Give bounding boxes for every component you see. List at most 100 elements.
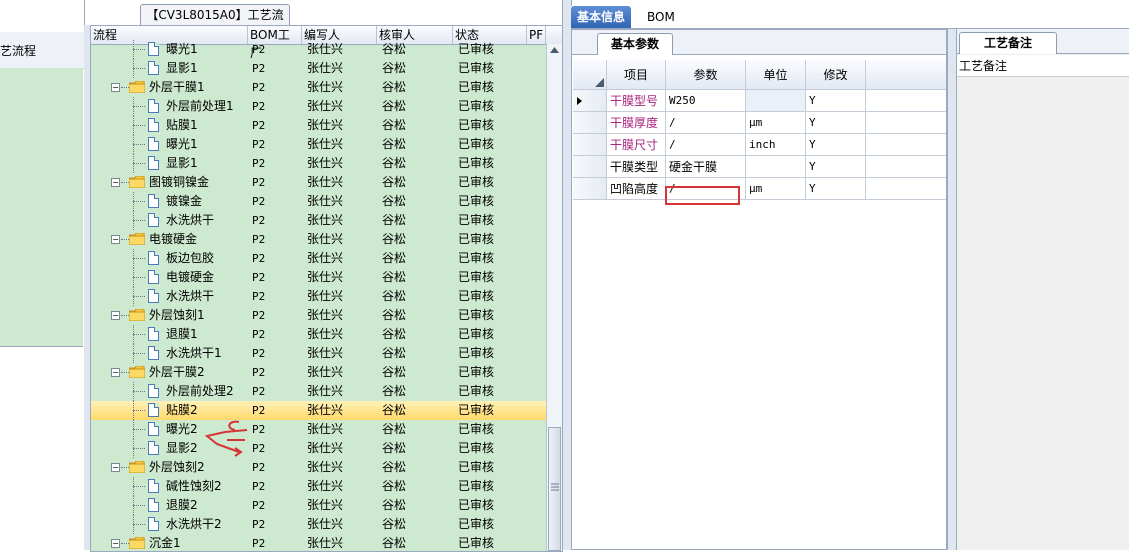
param-unit-cell[interactable]: μm: [746, 112, 806, 134]
remarks-tab-strip: 工艺备注: [957, 29, 1129, 54]
row-selector[interactable]: [573, 156, 607, 178]
collapse-toggle-icon[interactable]: −: [111, 83, 120, 92]
left-pane-list: [0, 68, 83, 347]
tree-step-row[interactable]: 显影2 P2 张仕兴 谷松 已审核: [91, 439, 546, 458]
param-modify-cell[interactable]: Y: [806, 178, 866, 200]
tree-step-row[interactable]: 退膜1 P2 张仕兴 谷松 已审核: [91, 325, 546, 344]
param-modify-cell[interactable]: Y: [806, 134, 866, 156]
scrollbar-thumb[interactable]: [548, 427, 561, 551]
param-modify-cell[interactable]: Y: [806, 90, 866, 112]
tree-group-row[interactable]: − 电镀硬金 P2 张仕兴 谷松 已审核: [91, 230, 546, 249]
tree-group-row[interactable]: − 外层蚀刻1 P2 张仕兴 谷松 已审核: [91, 306, 546, 325]
collapse-toggle-icon[interactable]: −: [111, 368, 120, 377]
param-item-cell[interactable]: 干膜厚度: [607, 112, 666, 134]
tree-line: [133, 68, 145, 69]
tree-group-row[interactable]: − 图镀铜镍金 P2 张仕兴 谷松 已审核: [91, 173, 546, 192]
tree-step-row[interactable]: 水洗烘干 P2 张仕兴 谷松 已审核: [91, 211, 546, 230]
tree-step-row[interactable]: 贴膜1 P2 张仕兴 谷松 已审核: [91, 116, 546, 135]
tree-step-row[interactable]: 外层前处理1 P2 张仕兴 谷松 已审核: [91, 97, 546, 116]
param-modify-cell[interactable]: Y: [806, 156, 866, 178]
status-cell: 已审核: [458, 42, 495, 56]
tab-bom[interactable]: BOM: [641, 6, 681, 28]
param-value-cell[interactable]: W250: [666, 90, 746, 112]
folder-icon: [129, 537, 145, 549]
tree-step-row[interactable]: 曝光1 P2 张仕兴 谷松 已审核: [91, 40, 546, 59]
tree-line: [121, 315, 129, 316]
step-name: 显影1: [166, 156, 198, 170]
params-header-modify[interactable]: 修改: [806, 60, 866, 90]
tab-process-remarks[interactable]: 工艺备注: [959, 32, 1057, 54]
collapse-toggle-icon[interactable]: −: [111, 539, 120, 548]
params-corner[interactable]: [573, 60, 607, 90]
tree-line: [133, 524, 145, 525]
tree-step-row[interactable]: 显影1 P2 张仕兴 谷松 已审核: [91, 154, 546, 173]
reviewer-cell: 谷松: [382, 327, 407, 341]
tree-step-row[interactable]: 曝光1 P2 张仕兴 谷松 已审核: [91, 135, 546, 154]
tree-step-row[interactable]: 水洗烘干 P2 张仕兴 谷松 已审核: [91, 287, 546, 306]
params-header-item[interactable]: 项目: [607, 60, 666, 90]
tab-basic-params[interactable]: 基本参数: [597, 33, 673, 55]
row-selector[interactable]: [573, 134, 607, 156]
tree-step-row[interactable]: 退膜2 P2 张仕兴 谷松 已审核: [91, 496, 546, 515]
writer-cell: 张仕兴: [307, 479, 344, 493]
collapse-toggle-icon[interactable]: −: [111, 178, 120, 187]
tree-step-row[interactable]: 镀镍金 P2 张仕兴 谷松 已审核: [91, 192, 546, 211]
param-value-cell[interactable]: /: [666, 134, 746, 156]
status-cell: 已审核: [458, 422, 495, 436]
tree-step-row[interactable]: 水洗烘干2 P2 张仕兴 谷松 已审核: [91, 515, 546, 534]
tree-step-row[interactable]: 曝光2 P2 张仕兴 谷松 已审核: [91, 420, 546, 439]
tree-group-row[interactable]: − 外层干膜2 P2 张仕兴 谷松 已审核: [91, 363, 546, 382]
param-item-cell[interactable]: 干膜型号: [607, 90, 666, 112]
tree-group-row[interactable]: − 外层干膜1 P2 张仕兴 谷松 已审核: [91, 78, 546, 97]
tree-step-row[interactable]: 碱性蚀刻2 P2 张仕兴 谷松 已审核: [91, 477, 546, 496]
left-pane-header[interactable]: 艺流程: [0, 32, 84, 94]
tree-step-row[interactable]: 显影1 P2 张仕兴 谷松 已审核: [91, 59, 546, 78]
bom-plant-cell: P2: [252, 537, 266, 550]
vertical-scrollbar[interactable]: [546, 44, 562, 551]
tree-line: [133, 505, 145, 506]
writer-cell: 张仕兴: [307, 118, 344, 132]
writer-cell: 张仕兴: [307, 42, 344, 56]
process-title-tab[interactable]: 【CV3L8015A0】工艺流程: [140, 4, 290, 42]
param-unit-cell[interactable]: [746, 156, 806, 178]
bom-plant-cell: P2: [252, 518, 266, 531]
param-item-cell[interactable]: 干膜尺寸: [607, 134, 666, 156]
tab-basic-info[interactable]: 基本信息: [571, 6, 632, 28]
row-selector[interactable]: [573, 90, 607, 112]
param-unit-cell[interactable]: μm: [746, 178, 806, 200]
reviewer-cell: 谷松: [382, 213, 407, 227]
tree-group-row[interactable]: − 外层蚀刻2 P2 张仕兴 谷松 已审核: [91, 458, 546, 477]
param-unit-cell[interactable]: inch: [746, 134, 806, 156]
param-item-cell[interactable]: 凹陷高度: [607, 178, 666, 200]
collapse-toggle-icon[interactable]: −: [111, 463, 120, 472]
param-value-cell[interactable]: 硬金干膜: [666, 156, 746, 178]
row-selector[interactable]: [573, 112, 607, 134]
bom-plant-cell: P2: [252, 100, 266, 113]
writer-cell: 张仕兴: [307, 61, 344, 75]
document-icon: [148, 346, 159, 360]
status-cell: 已审核: [458, 118, 495, 132]
tree-step-row[interactable]: 贴膜2 P2 张仕兴 谷松 已审核: [91, 401, 546, 420]
status-cell: 已审核: [458, 308, 495, 322]
row-selector[interactable]: [573, 178, 607, 200]
param-modify-cell[interactable]: Y: [806, 112, 866, 134]
document-icon: [148, 479, 159, 493]
status-cell: 已审核: [458, 99, 495, 113]
param-item-cell[interactable]: 干膜类型: [607, 156, 666, 178]
tree-step-row[interactable]: 电镀硬金 P2 张仕兴 谷松 已审核: [91, 268, 546, 287]
collapse-toggle-icon[interactable]: −: [111, 235, 120, 244]
writer-cell: 张仕兴: [307, 422, 344, 436]
params-header-param[interactable]: 参数: [666, 60, 746, 90]
tree-step-row[interactable]: 外层前处理2 P2 张仕兴 谷松 已审核: [91, 382, 546, 401]
collapse-toggle-icon[interactable]: −: [111, 311, 120, 320]
tree-step-row[interactable]: 水洗烘干1 P2 张仕兴 谷松 已审核: [91, 344, 546, 363]
scroll-up-arrow-icon[interactable]: [550, 47, 559, 53]
param-unit-cell[interactable]: [746, 90, 806, 112]
tree-group-row[interactable]: − 沉金1 P2 张仕兴 谷松 已审核: [91, 534, 546, 551]
tree-line: [133, 201, 145, 202]
tree-line: [133, 353, 145, 354]
params-header-unit[interactable]: 单位: [746, 60, 806, 90]
tree-step-row[interactable]: 板边包胶 P2 张仕兴 谷松 已审核: [91, 249, 546, 268]
param-value-cell[interactable]: /: [666, 112, 746, 134]
corner-triangle-icon: [595, 78, 604, 87]
